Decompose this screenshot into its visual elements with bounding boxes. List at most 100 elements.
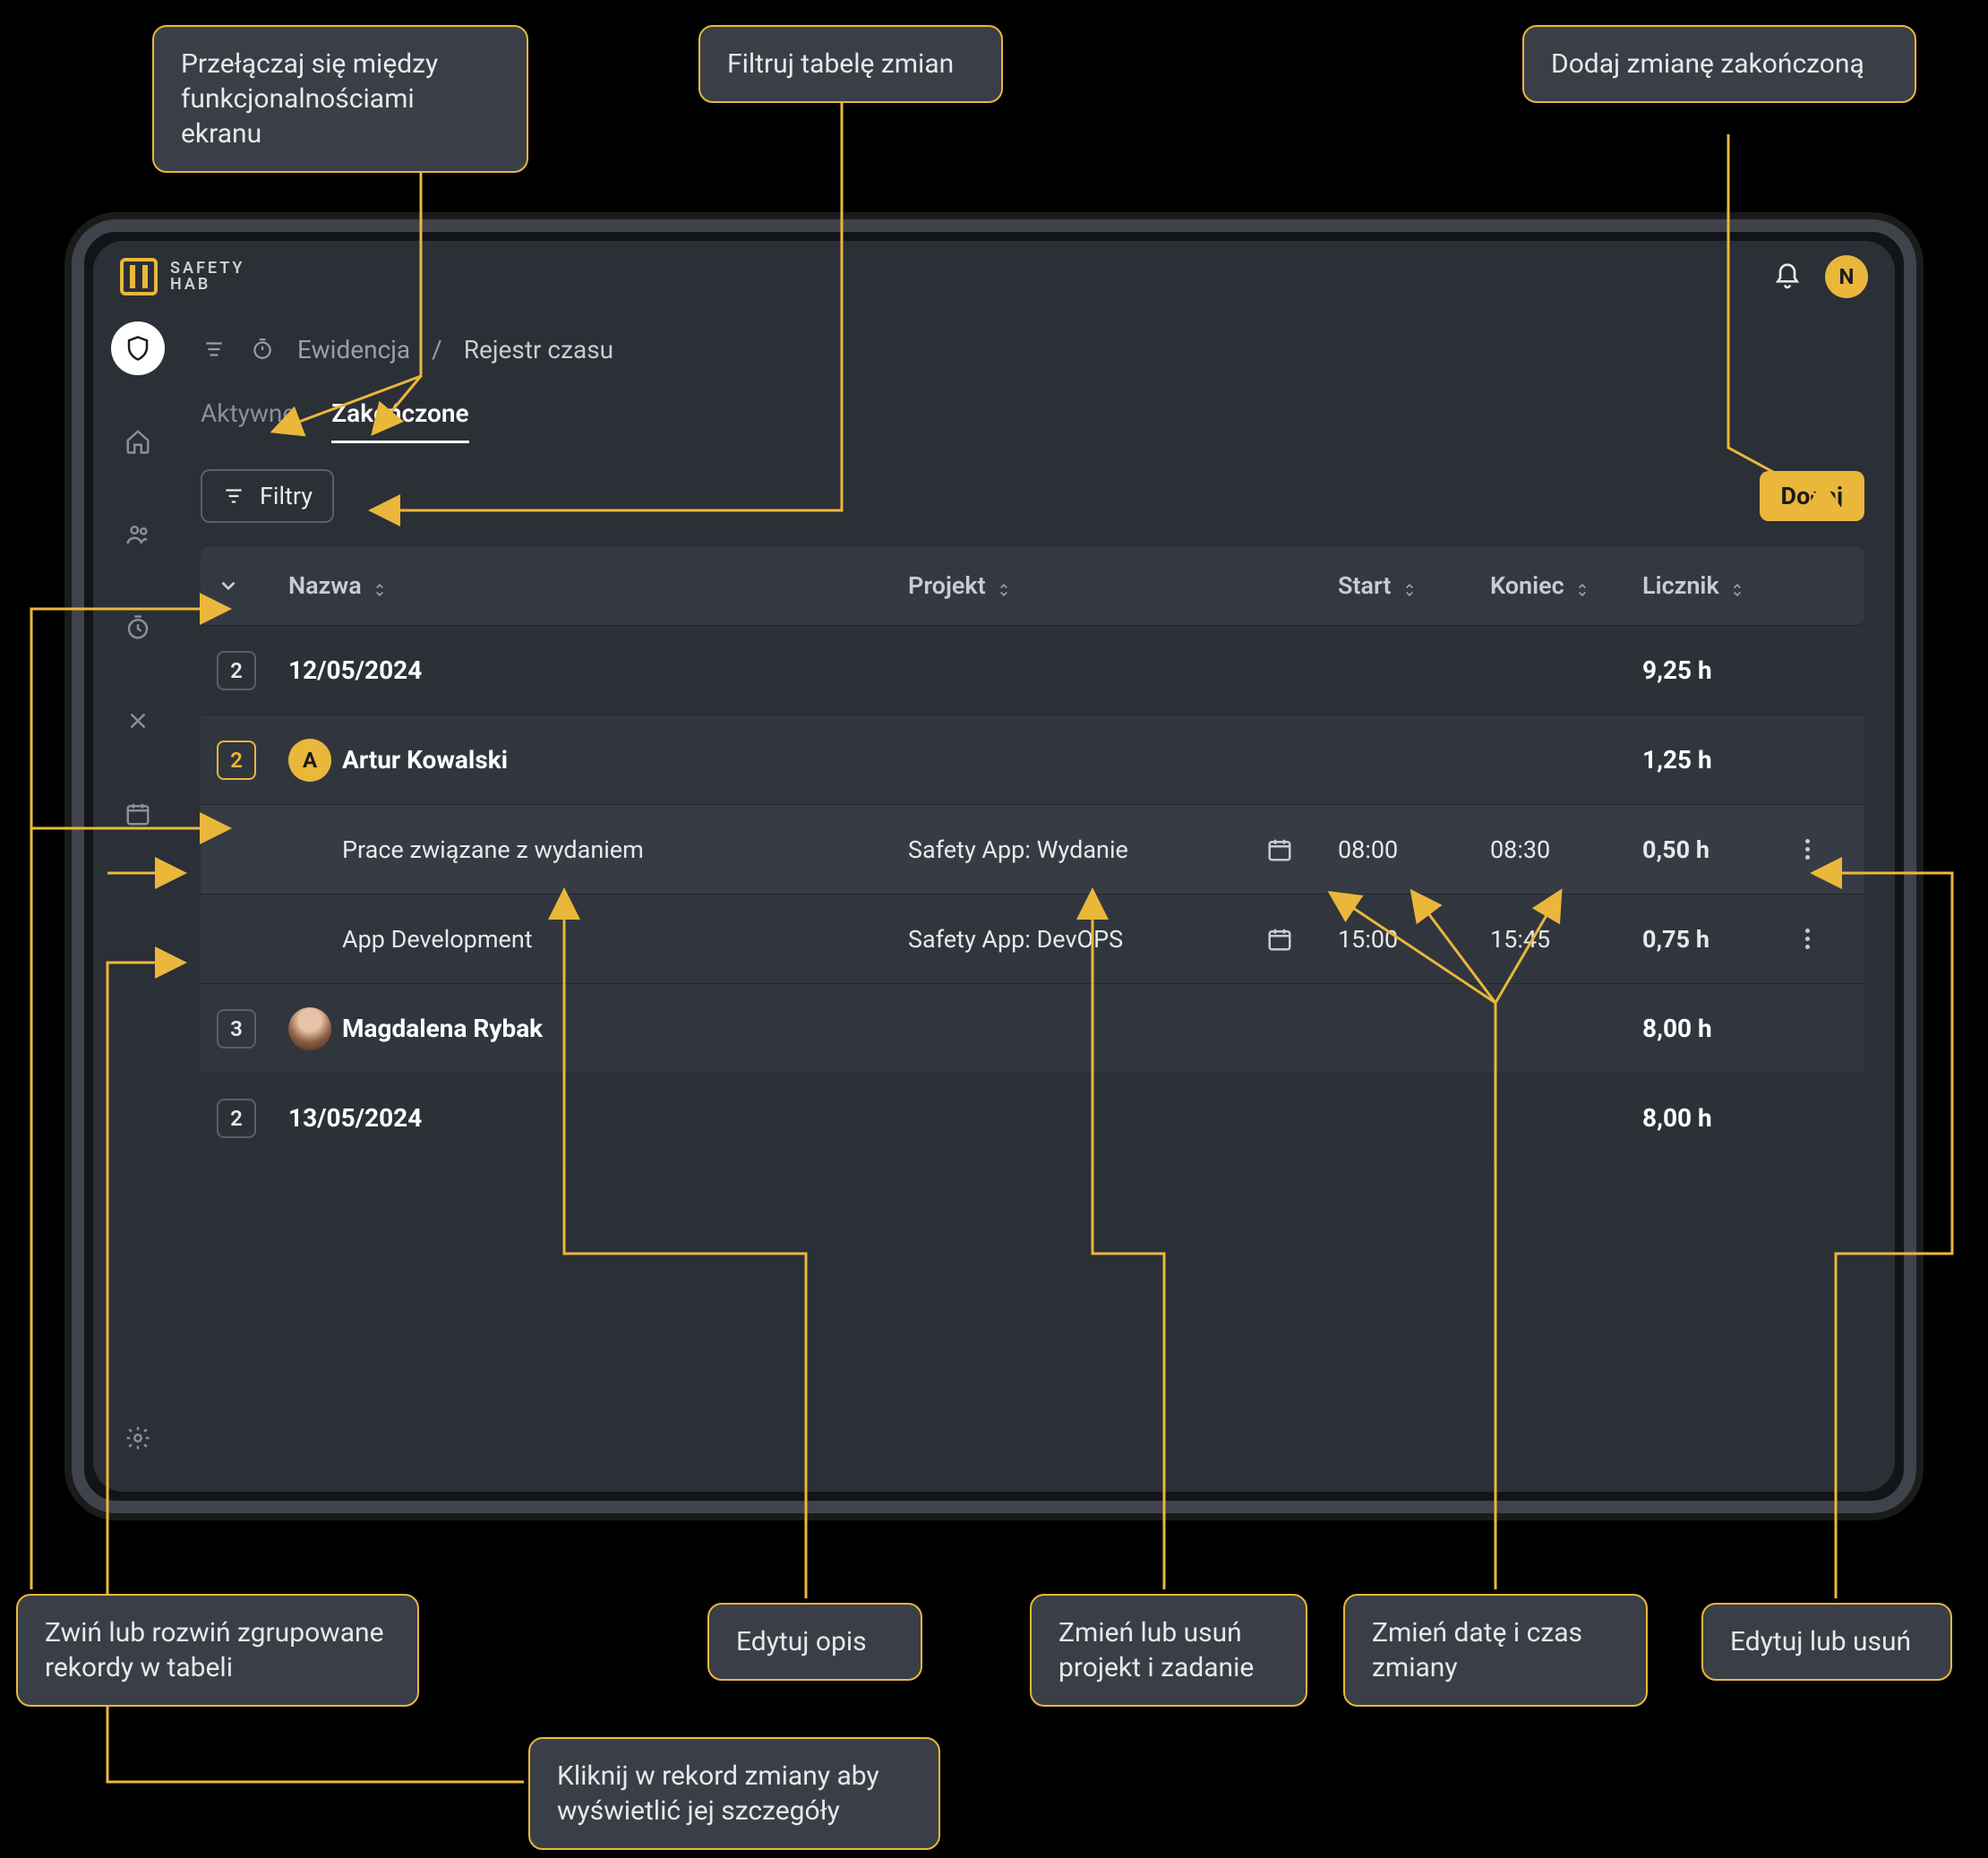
sidebar-item-logo[interactable] [111,321,165,375]
user-count-badge: 3 [217,1009,256,1049]
chevron-down-icon [217,574,240,597]
callout-collapse: Zwiń lub rozwiń zgrupowane rekordy w tab… [16,1594,419,1707]
entry-end[interactable]: 08:30 [1490,835,1642,864]
app-logo: SAFETY HAB [120,258,245,295]
sort-icon [995,577,1013,595]
callout-click-record: Kliknij w rekord zmiany aby wyświetlić j… [528,1737,940,1850]
app-screen: SAFETY HAB N [93,241,1895,1492]
gear-icon [124,1425,151,1451]
col-start[interactable]: Start [1338,571,1490,600]
breadcrumb-root[interactable]: Ewidencja [297,335,410,364]
shield-icon [124,335,151,362]
group-date: 13/05/2024 [288,1103,908,1133]
filters-button[interactable]: Filtry [201,469,334,523]
tablet-device: SAFETY HAB N [72,219,1916,1513]
brand-line2: HAB [170,277,245,293]
sort-icon [1573,577,1591,595]
callout-switch-tabs: Przełączaj się między funkcjonalnościami… [152,25,528,173]
entry-row[interactable]: Prace związane z wydaniem Safety App: Wy… [201,804,1864,894]
entry-description[interactable]: App Development [288,925,908,954]
user-name: Magdalena Rybak [342,1014,962,1043]
app-bar: SAFETY HAB N [93,241,1895,313]
entry-actions-button[interactable] [1795,927,1820,952]
entry-date-button[interactable] [1266,926,1293,953]
user-counter: 1,25 h [1642,745,1795,775]
calendar-small-icon [1266,836,1293,863]
user-avatar[interactable]: N [1825,255,1868,298]
filter-icon [222,484,245,508]
user-count-badge: 2 [217,741,256,780]
group-counter: 8,00 h [1642,1103,1795,1133]
breadcrumb-current: Rejestr czasu [464,335,613,364]
tabs: Aktywne Zakończone [201,398,1864,444]
entry-row[interactable]: App Development Safety App: DevOPS 15:00… [201,894,1864,983]
entry-counter: 0,75 h [1642,925,1795,954]
breadcrumb: Ewidencja / Rejestr czasu [201,321,1864,377]
breadcrumb-sep: / [432,335,442,364]
entry-project[interactable]: Safety App: Wydanie [908,835,1266,864]
sidebar-item-tools[interactable] [111,694,165,748]
entry-end[interactable]: 15:45 [1490,925,1642,954]
user-name: Artur Kowalski [342,745,962,775]
stopwatch-icon [251,338,274,361]
entry-start[interactable]: 08:00 [1338,835,1490,864]
filters-label: Filtry [260,482,313,510]
sort-icon [1728,577,1746,595]
table-header: Nazwa Projekt Start Koniec Licznik [201,546,1864,625]
entry-start[interactable]: 15:00 [1338,925,1490,954]
col-counter[interactable]: Licznik [1642,571,1795,600]
user-row[interactable]: 2 A Artur Kowalski 1,25 h [201,715,1864,804]
group-row[interactable]: 2 13/05/2024 8,00 h [201,1073,1864,1162]
sidebar [93,313,183,1492]
callout-edit-delete: Edytuj lub usuń [1701,1603,1952,1681]
tab-aktywne[interactable]: Aktywne [201,398,296,443]
sidebar-item-calendar[interactable] [111,787,165,841]
user-avatar-initial: A [288,739,331,782]
notifications-button[interactable] [1771,261,1804,293]
bell-icon [1773,262,1802,291]
col-project[interactable]: Projekt [908,571,1266,600]
calendar-icon [124,801,151,827]
user-avatar-photo [288,1007,331,1050]
callout-filter: Filtruj tabelę zmian [698,25,1003,103]
group-row[interactable]: 2 12/05/2024 9,25 h [201,625,1864,715]
callout-change-project: Zmień lub usuń projekt i zadanie [1030,1594,1307,1707]
user-row[interactable]: 3 Magdalena Rybak 8,00 h [201,983,1864,1073]
people-icon [124,521,151,548]
tools-icon [124,707,151,734]
entry-description[interactable]: Prace związane z wydaniem [288,835,908,864]
group-date: 12/05/2024 [288,655,908,685]
group-counter: 9,25 h [1642,655,1795,685]
sort-icon [1401,577,1418,595]
add-button[interactable]: Dodaj [1760,471,1864,521]
menu-icon [202,338,226,361]
timer-icon [124,614,151,641]
col-end[interactable]: Koniec [1490,571,1642,600]
logo-mark-icon [120,258,158,295]
col-name[interactable]: Nazwa [288,571,908,600]
user-counter: 8,00 h [1642,1014,1795,1043]
main-content: Ewidencja / Rejestr czasu Aktywne Zakońc… [183,313,1895,1492]
callout-add: Dodaj zmianę zakończoną [1522,25,1916,103]
group-count-badge: 2 [217,1099,256,1138]
group-count-badge: 2 [217,651,256,690]
sidebar-item-team[interactable] [111,508,165,561]
menu-button[interactable] [201,336,227,363]
tab-zakonczone[interactable]: Zakończone [331,398,468,443]
entry-date-button[interactable] [1266,836,1293,863]
calendar-small-icon [1266,926,1293,953]
entry-project[interactable]: Safety App: DevOPS [908,925,1266,954]
sidebar-item-settings[interactable] [111,1411,165,1465]
sidebar-item-home[interactable] [111,415,165,468]
timesheet-table: Nazwa Projekt Start Koniec Licznik 2 12/… [201,546,1864,1162]
module-icon [249,336,276,363]
expand-all-toggle[interactable] [217,574,240,597]
table-toolbar: Filtry Dodaj [201,469,1864,523]
entry-actions-button[interactable] [1795,837,1820,862]
brand-text: SAFETY HAB [170,261,245,293]
entry-counter: 0,50 h [1642,835,1795,864]
sidebar-item-timer[interactable] [111,601,165,655]
callout-edit-desc: Edytuj opis [707,1603,922,1681]
callout-change-date: Zmień datę i czas zmiany [1343,1594,1648,1707]
sort-icon [371,577,389,595]
